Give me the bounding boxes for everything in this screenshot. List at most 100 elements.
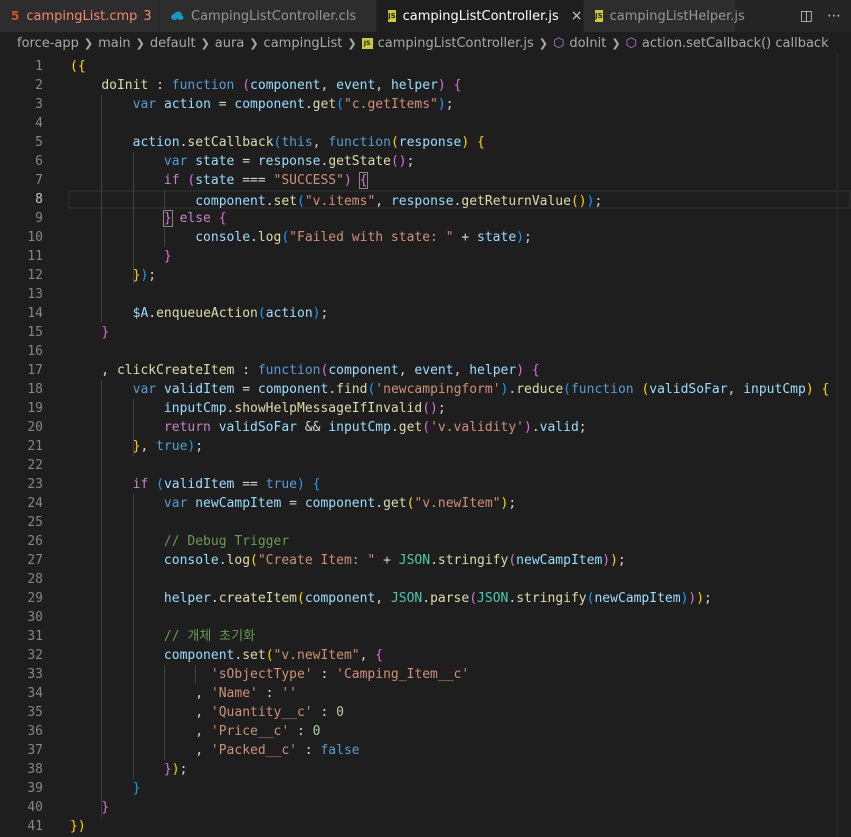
code-line: 24 var newCampItem = component.get("v.ne…: [0, 494, 851, 513]
code-line: 16: [0, 342, 851, 361]
code-token: this: [281, 135, 313, 150]
code-token: (: [156, 477, 164, 492]
vertical-scrollbar[interactable]: [837, 54, 851, 837]
breadcrumb-item[interactable]: force-app: [17, 36, 79, 51]
code-token: }): [70, 819, 86, 834]
code-token: var: [132, 97, 157, 112]
code-token: validItem: [163, 382, 235, 397]
html-file-icon: 5: [11, 9, 20, 23]
code-line: 25: [0, 513, 851, 532]
code-token: ;: [406, 154, 415, 169]
code-token: ,: [140, 439, 157, 454]
code-token: .: [265, 194, 274, 209]
code-token: ,: [70, 724, 211, 739]
code-token: component: [163, 648, 235, 663]
code-text: } else {: [70, 209, 851, 228]
code-token: enqueueAction: [156, 306, 258, 321]
js-file-icon: JS: [388, 10, 396, 22]
code-token: function: [570, 382, 634, 397]
code-token: get: [398, 420, 423, 435]
code-text: var action = component.get("c.getItems")…: [70, 95, 851, 114]
line-number: 4: [35, 116, 43, 131]
more-actions-icon[interactable]: ⋯: [827, 8, 841, 24]
code-token: component: [234, 97, 305, 112]
code-token: JSON: [398, 553, 431, 568]
code-line: 14 $A.enqueueAction(action);: [0, 304, 851, 323]
line-number: 24: [27, 496, 43, 511]
code-token: inputCmp: [328, 420, 391, 435]
code-text: component.set("v.items", response.getRet…: [68, 190, 851, 209]
code-token: }: [101, 325, 110, 340]
code-token: =: [281, 496, 305, 511]
code-token: true: [156, 439, 188, 454]
breadcrumb-item[interactable]: main: [98, 36, 130, 51]
line-number: 12: [27, 268, 43, 283]
code-line: 23 if (validItem == true) {: [0, 475, 851, 494]
code-text: action.setCallback(this, function(respon…: [70, 133, 851, 152]
code-token: validItem: [163, 477, 235, 492]
code-token: valid: [539, 420, 579, 435]
code-token: {: [218, 211, 227, 226]
breadcrumb: force-app ❯ main ❯ default ❯ aura ❯ campingList ❯…: [0, 32, 851, 54]
code-token: {: [453, 78, 462, 93]
code-text: , clickCreateItem : function(component, …: [70, 361, 851, 380]
code-token: component: [328, 363, 399, 378]
indent-guide: [132, 399, 134, 456]
line-number: 31: [27, 629, 43, 644]
tab-campinglistcontroller-js[interactable]: JS campingListController.js ×: [377, 0, 584, 32]
breadcrumb-item[interactable]: campingListController.js: [378, 36, 534, 51]
code-line: 36 , 'Price__c' : 0: [0, 722, 851, 741]
breadcrumb-item[interactable]: action.setCallback() callback: [642, 36, 829, 51]
code-token: 'newcampingform': [375, 382, 501, 397]
code-token: (: [563, 382, 571, 397]
code-token: doInit: [101, 78, 149, 93]
code-token: .: [218, 553, 227, 568]
code-text: // 개체 초기화: [70, 627, 851, 646]
code-line: 34 , 'Name' : '': [0, 684, 851, 703]
chevron-right-icon: ❯: [611, 36, 621, 50]
tab-campinglist-cmp[interactable]: 5 campingList.cmp 3: [0, 0, 159, 32]
tab-campinglistcontroller-cls[interactable]: CampingListController.cls: [159, 0, 377, 32]
line-number: 13: [27, 287, 43, 302]
code-token: get: [312, 97, 337, 112]
code-token: ): [297, 477, 305, 492]
line-number: 9: [35, 211, 43, 226]
chevron-right-icon: ❯: [200, 36, 210, 50]
breadcrumb-item[interactable]: doInit: [569, 36, 606, 51]
code-token: helper: [163, 591, 211, 606]
tab-label: campingListHelper.js: [609, 8, 745, 24]
code-token: true: [265, 477, 298, 492]
code-token: }: [163, 762, 172, 777]
close-icon[interactable]: ×: [571, 8, 583, 24]
code-text: var state = response.getState();: [70, 152, 851, 171]
line-number: 22: [27, 458, 43, 473]
chevron-right-icon: ❯: [135, 36, 145, 50]
code-text: }: [70, 779, 851, 798]
code-token: console: [195, 230, 251, 245]
breadcrumb-item[interactable]: default: [150, 36, 196, 51]
code-token: getState: [328, 154, 391, 169]
breadcrumb-item[interactable]: campingList: [264, 36, 343, 51]
code-line: 17 , clickCreateItem : function(componen…: [0, 361, 851, 380]
code-token: .: [390, 420, 399, 435]
line-number: 15: [27, 325, 43, 340]
breadcrumb-item[interactable]: aura: [215, 36, 245, 51]
code-editor[interactable]: 1({2 doInit : function (component, event…: [0, 54, 851, 837]
code-token: ): [516, 363, 525, 378]
line-number: 27: [27, 553, 43, 568]
code-token: (: [257, 306, 266, 321]
code-token: component: [250, 78, 321, 93]
line-number: 6: [35, 154, 43, 169]
line-number: 25: [27, 515, 43, 530]
split-editor-icon[interactable]: ◫: [800, 8, 813, 24]
code-token: action: [265, 306, 313, 321]
code-token: 'Price__c': [210, 724, 290, 739]
tab-campinglisthelper-js[interactable]: JS campingListHelper.js: [584, 0, 745, 32]
code-token: ): [602, 553, 611, 568]
